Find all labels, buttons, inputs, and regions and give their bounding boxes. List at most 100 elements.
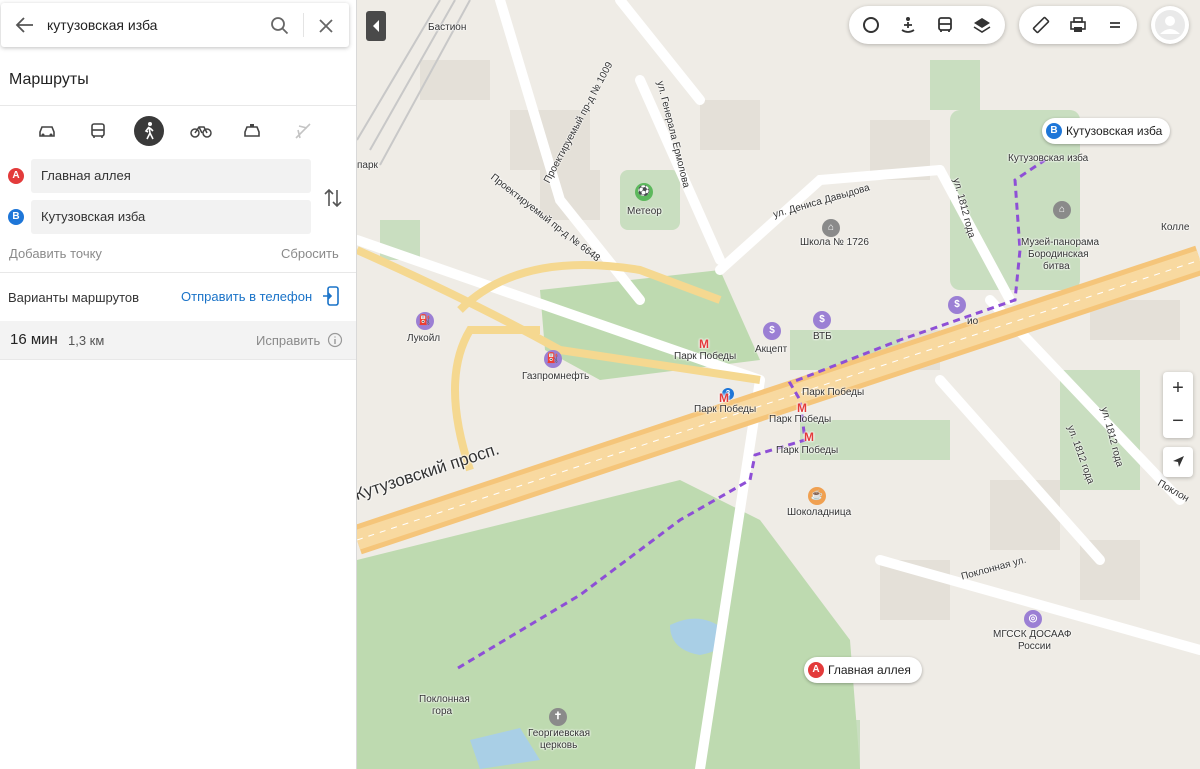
place-label: церковь <box>540 740 578 751</box>
collapse-sidebar-button[interactable] <box>366 11 386 41</box>
geolocation-button[interactable] <box>1163 447 1193 477</box>
place-label: Бородинская <box>1028 249 1089 260</box>
place-label[interactable]: ио <box>967 316 978 327</box>
waypoint-a-field[interactable]: Главная аллея <box>31 159 311 193</box>
place-label[interactable]: МГССК ДОСААФ <box>993 629 1072 640</box>
reset-link[interactable]: Сбросить <box>281 246 339 261</box>
place-label: парк <box>357 160 378 171</box>
metro-label[interactable]: Парк Победы <box>776 445 838 456</box>
place-label[interactable]: Лукойл <box>407 333 440 344</box>
routes-title: Маршруты <box>9 71 89 88</box>
search-box: кутузовская изба <box>1 3 349 47</box>
send-to-phone-link[interactable]: Отправить в телефон <box>181 289 312 304</box>
route-option[interactable]: 16 мин 1,3 км Исправить <box>0 321 356 359</box>
map-canvas[interactable]: Бастион парк Метеор Школа № 1726 Кутузов… <box>357 0 1200 769</box>
pin-b-label: Кутузовская изба <box>1066 124 1163 138</box>
sidebar-panel: кутузовская изба Маршруты A Главная алле… <box>0 0 357 769</box>
bus-icon <box>91 123 105 138</box>
mode-pedestrian-button[interactable] <box>134 116 164 146</box>
metro-label[interactable]: Парк Победы <box>674 351 736 362</box>
place-label[interactable]: ВТБ <box>813 331 832 342</box>
place-label[interactable]: Акцепт <box>755 344 787 355</box>
car-icon <box>39 126 55 137</box>
menu-icon[interactable] <box>1101 11 1129 39</box>
mode-bicycle-button[interactable] <box>186 117 216 145</box>
place-label[interactable]: Шоколадница <box>787 507 851 518</box>
route-time: 16 мин <box>10 331 58 348</box>
museum-icon[interactable]: ⌂ <box>1053 201 1071 219</box>
plane-icon <box>295 123 311 139</box>
metro-label[interactable]: Парк Победы <box>769 414 831 425</box>
traffic-icon[interactable] <box>857 11 885 39</box>
bank-icon[interactable]: $ <box>813 311 831 329</box>
close-icon[interactable] <box>315 15 337 37</box>
divider <box>303 13 304 37</box>
fix-route-link[interactable]: Исправить <box>256 333 320 348</box>
place-label[interactable]: Поклонная <box>419 694 470 705</box>
metro-icon[interactable]: M <box>699 337 709 351</box>
route-start-pin[interactable]: A Главная аллея <box>804 657 922 683</box>
organization-icon[interactable]: ◎ <box>1024 610 1042 628</box>
layers-icon[interactable] <box>968 11 996 39</box>
panorama-icon[interactable] <box>894 11 922 39</box>
bank-icon[interactable]: $ <box>948 296 966 314</box>
metro-label[interactable]: Парк Победы <box>694 404 756 415</box>
route-variants-label: Варианты маршрутов <box>8 290 140 305</box>
divider <box>0 359 356 360</box>
taxi-icon <box>244 124 260 137</box>
location-arrow-icon <box>1173 456 1184 467</box>
place-label[interactable]: Газпромнефть <box>522 371 589 382</box>
metro-icon[interactable]: M <box>719 391 729 405</box>
mode-taxi-button[interactable] <box>237 117 267 145</box>
mode-car-button[interactable] <box>32 117 62 145</box>
school-icon[interactable]: ⌂ <box>822 219 840 237</box>
waypoint-b-marker: B <box>8 209 24 225</box>
place-label: России <box>1018 641 1051 652</box>
fuel-icon[interactable]: ⛽ <box>544 350 562 368</box>
search-input[interactable]: кутузовская изба <box>47 17 157 33</box>
bicycle-icon <box>190 126 212 138</box>
metro-icon[interactable]: M <box>797 401 807 415</box>
place-label[interactable]: Музей-панорама <box>1021 237 1099 248</box>
place-label[interactable]: Кутузовская изба <box>1008 153 1088 164</box>
church-icon[interactable]: ✝ <box>549 708 567 726</box>
route-distance: 1,3 км <box>68 333 105 348</box>
back-arrow-icon[interactable] <box>13 14 37 36</box>
map-tools-toolbar <box>1019 6 1137 44</box>
waypoint-b-field[interactable]: Кутузовская изба <box>31 200 311 234</box>
divider <box>0 105 356 106</box>
info-icon[interactable] <box>327 332 343 348</box>
cafe-icon[interactable]: ☕ <box>808 487 826 505</box>
map-layers-toolbar <box>849 6 1005 44</box>
place-label[interactable]: Георгиевская <box>528 728 590 739</box>
phone-icon[interactable] <box>322 285 340 307</box>
fuel-icon[interactable]: ⛽ <box>416 312 434 330</box>
zoom-out-button[interactable]: − <box>1163 405 1193 438</box>
place-label[interactable]: Бастион <box>428 22 466 33</box>
place-label[interactable]: Метеор <box>627 206 662 217</box>
transit-layer-icon[interactable] <box>931 11 959 39</box>
mode-plane-button[interactable] <box>288 117 318 145</box>
print-icon[interactable] <box>1064 11 1092 39</box>
ruler-icon[interactable] <box>1027 11 1055 39</box>
place-label[interactable]: Колле <box>1161 222 1189 233</box>
place-label[interactable]: Школа № 1726 <box>800 237 869 248</box>
bank-icon[interactable]: $ <box>763 322 781 340</box>
add-point-link[interactable]: Добавить точку <box>9 246 102 261</box>
pin-a-marker: A <box>808 662 824 678</box>
metro-label[interactable]: Парк Победы <box>802 387 864 398</box>
route-end-pin[interactable]: B Кутузовская изба <box>1042 118 1170 144</box>
stadium-icon[interactable]: ⚽ <box>635 183 653 201</box>
pedestrian-icon <box>144 122 154 140</box>
divider <box>0 272 356 273</box>
swap-waypoints-icon[interactable] <box>322 186 344 210</box>
place-label: битва <box>1043 261 1070 272</box>
pin-b-marker: B <box>1046 123 1062 139</box>
zoom-in-button[interactable]: + <box>1163 372 1193 405</box>
metro-icon[interactable]: M <box>804 430 814 444</box>
zoom-control: + − <box>1163 372 1193 438</box>
mode-transit-button[interactable] <box>83 117 113 145</box>
search-icon[interactable] <box>269 15 291 37</box>
map-background <box>357 0 1200 769</box>
user-avatar[interactable] <box>1151 6 1189 44</box>
